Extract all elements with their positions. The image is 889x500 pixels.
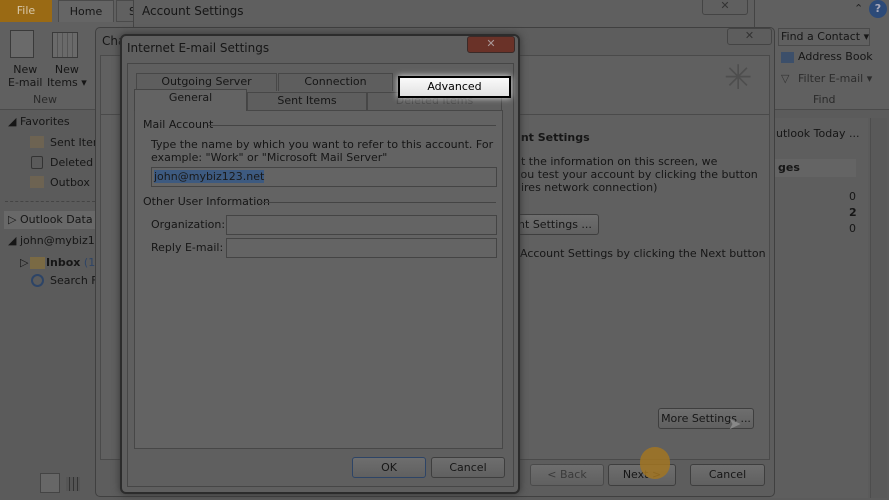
- mail-account-description: Type the name by which you want to refer…: [151, 138, 494, 164]
- help-icon[interactable]: ?: [869, 0, 887, 18]
- account-name-input[interactable]: john@mybiz123.net: [151, 167, 497, 187]
- tab-sent-items[interactable]: Sent Items: [247, 92, 367, 110]
- back-button: < Back: [530, 464, 604, 486]
- section-heading: unt Settings: [513, 131, 590, 144]
- filter-email-button[interactable]: Filter E-mail ▾: [798, 72, 872, 85]
- other-info-group-label: Other User Information: [143, 195, 270, 208]
- find-contact-button[interactable]: Find a Contact ▾: [778, 28, 870, 46]
- new-email-button[interactable]: New E-mail: [8, 63, 43, 89]
- organization-label: Organization:: [151, 218, 226, 231]
- calendar-nav-icon[interactable]: [66, 477, 80, 491]
- organization-input[interactable]: [226, 215, 497, 235]
- change-account-close[interactable]: ✕: [727, 28, 772, 45]
- address-book-button[interactable]: Address Book: [798, 50, 873, 63]
- collapse-ribbon-icon[interactable]: ⌃: [854, 2, 863, 15]
- count: 0: [849, 222, 856, 235]
- outlook-today-link[interactable]: utlook Today ...: [776, 127, 859, 140]
- group-line: [260, 202, 496, 203]
- outbox-icon: [30, 176, 44, 188]
- calendar-icon: [52, 32, 78, 58]
- tab-home[interactable]: Home: [58, 0, 114, 22]
- account-name-value: john@mybiz123.net: [154, 170, 265, 183]
- count: 0: [849, 190, 856, 203]
- description: you test your account by clicking the bu…: [514, 168, 758, 181]
- favorites-label: Favorites: [19, 115, 70, 128]
- click-cursor-icon: ✳: [724, 58, 753, 98]
- group-find-label: Find: [813, 93, 836, 106]
- mail-account-group-label: Mail Account: [143, 118, 214, 131]
- mail-nav-icon[interactable]: [40, 473, 60, 493]
- tab-connection[interactable]: Connection: [278, 73, 393, 91]
- trash-icon: [31, 156, 43, 169]
- description: ut the information on this screen, we: [514, 155, 718, 168]
- next-hint: Account Settings by clicking the Next bu…: [520, 247, 766, 260]
- filter-icon: ▽: [781, 72, 790, 85]
- scrollbar[interactable]: [870, 118, 887, 498]
- nav-item-search[interactable]: Search F: [50, 274, 98, 287]
- cancel-button[interactable]: Cancel: [690, 464, 765, 486]
- count: 2: [849, 206, 857, 219]
- mouse-cursor-icon: ➤: [728, 414, 742, 433]
- search-folder-icon: [31, 274, 44, 287]
- nav-item-data-file[interactable]: ▷ Outlook Data: [4, 211, 96, 229]
- nav-item-account[interactable]: ◢ john@mybiz1: [8, 234, 95, 247]
- ok-button[interactable]: OK: [352, 457, 426, 478]
- tab-general[interactable]: General: [134, 89, 247, 111]
- reply-email-label: Reply E-mail:: [151, 241, 224, 254]
- favorites-header[interactable]: ◢ Favorites: [8, 115, 70, 128]
- divider: [5, 201, 95, 202]
- tab-file[interactable]: File: [0, 0, 52, 22]
- description: uires network connection): [514, 181, 658, 194]
- watermark-logo: [640, 447, 670, 479]
- dialog-cancel-button[interactable]: Cancel: [431, 457, 505, 478]
- group-new-label: New: [33, 93, 57, 106]
- new-items-button[interactable]: New Items ▾: [47, 63, 87, 89]
- folder-icon: [30, 136, 44, 148]
- nav-item-deleted[interactable]: Deleted: [50, 156, 93, 169]
- dialog-close-button[interactable]: ✕: [467, 36, 515, 53]
- messages-header: ges: [772, 159, 856, 177]
- account-settings-close[interactable]: ✕: [702, 0, 748, 15]
- nav-item-outbox[interactable]: Outbox: [50, 176, 90, 189]
- address-book-icon: [781, 52, 794, 63]
- new-email-icon: [10, 30, 34, 58]
- tab-advanced[interactable]: Advanced: [398, 76, 511, 98]
- group-line: [208, 125, 496, 126]
- account-settings-title: Account Settings: [142, 4, 244, 18]
- dialog-title: Internet E-mail Settings: [127, 41, 270, 55]
- nav-item-inbox[interactable]: ▷ Inbox (1: [20, 256, 95, 269]
- nav-item-sent[interactable]: Sent Iter: [50, 136, 97, 149]
- reply-email-input[interactable]: [226, 238, 497, 258]
